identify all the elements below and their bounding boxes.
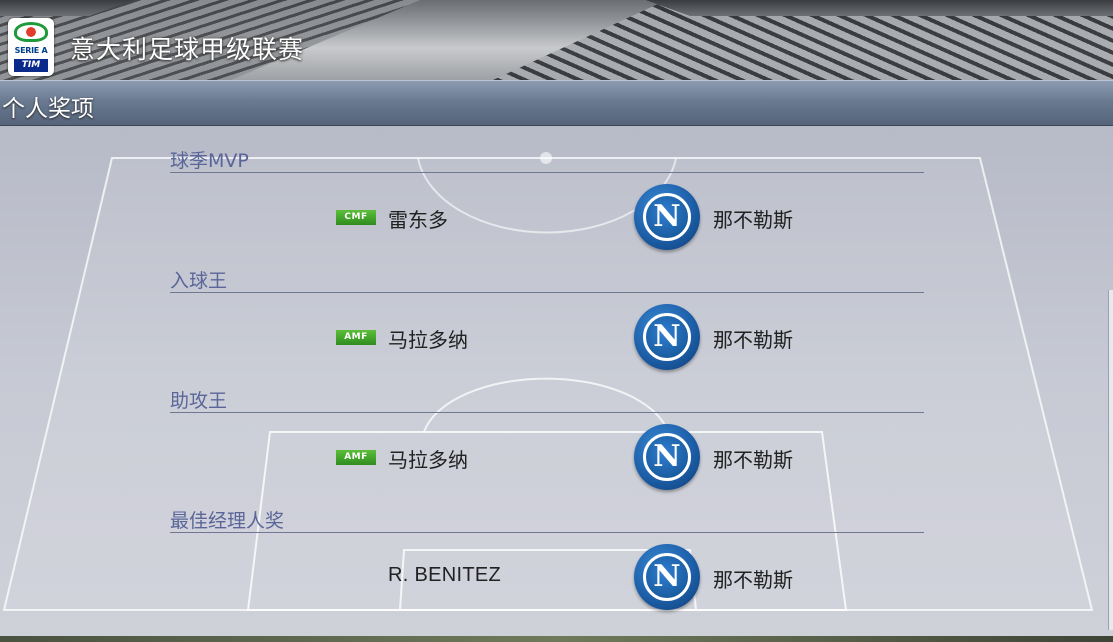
award-row-best-manager[interactable]: 最佳经理人奖 R. BENITEZ N 那不勒斯 [0,486,1113,610]
award-divider [170,412,924,413]
club-name: 那不勒斯 [713,208,793,232]
serie-a-logo: SERIE A TIM [8,18,54,76]
player-name: 雷东多 [388,208,448,232]
logo-serie-text: SERIE A [14,46,48,55]
scrollbar[interactable] [1108,290,1113,630]
award-divider [170,172,924,173]
club-name: 那不勒斯 [713,568,793,592]
club-badge-letter: N [643,553,691,601]
serie-a-shield-icon [14,22,48,42]
position-badge: AMF [336,450,376,465]
club-name: 那不勒斯 [713,328,793,352]
position-badge: AMF [336,330,376,345]
award-label: 最佳经理人奖 [170,510,285,532]
napoli-badge-icon: N [634,304,700,370]
header-banner: SERIE A TIM 意大利足球甲级联赛 [0,0,1113,80]
player-name: 马拉多纳 [388,328,468,352]
award-label: 入球王 [170,270,228,292]
club-name: 那不勒斯 [713,448,793,472]
award-divider [170,292,924,293]
club-badge-letter: N [643,193,691,241]
section-header: 个人奖项 [0,80,1113,127]
bottom-strip [0,636,1113,642]
section-title: 个人奖项 [2,96,94,122]
club-badge-letter: N [643,313,691,361]
position-badge: CMF [336,210,376,225]
club-badge-letter: N [643,433,691,481]
award-row-top-scorer[interactable]: 入球王 AMF 马拉多纳 N 那不勒斯 [0,246,1113,370]
league-title: 意大利足球甲级联赛 [70,35,305,64]
award-label: 球季MVP [170,150,249,172]
award-row-assists[interactable]: 助攻王 AMF 马拉多纳 N 那不勒斯 [0,366,1113,490]
award-divider [170,532,924,533]
award-label: 助攻王 [170,390,228,412]
napoli-badge-icon: N [634,184,700,250]
award-row-mvp[interactable]: 球季MVP CMF 雷东多 N 那不勒斯 [0,126,1113,250]
napoli-badge-icon: N [634,544,700,610]
logo-sponsor-text: TIM [14,59,48,72]
manager-name: R. BENITEZ [388,564,502,586]
napoli-badge-icon: N [634,424,700,490]
player-name: 马拉多纳 [388,448,468,472]
